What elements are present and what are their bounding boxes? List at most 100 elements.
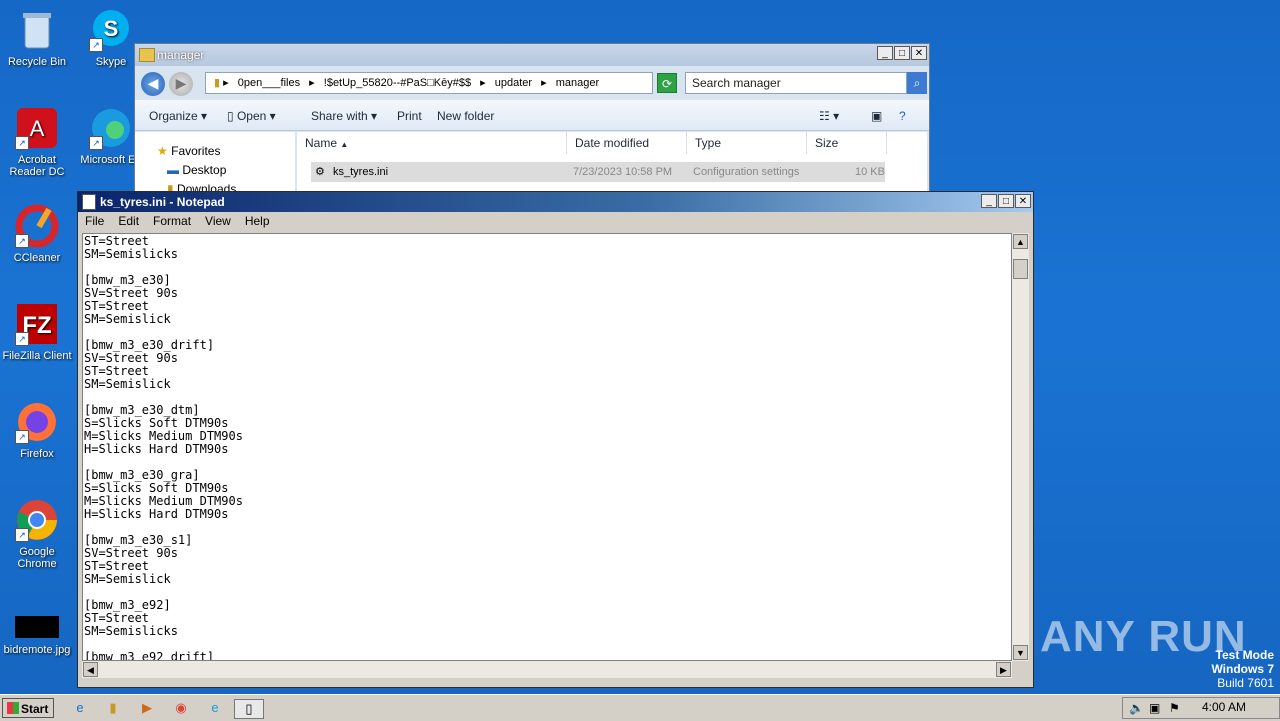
help-icon[interactable]: ? bbox=[899, 109, 906, 123]
horizontal-scrollbar[interactable]: ◀ ▶ bbox=[82, 661, 1012, 678]
desktop-icon-recycle-bin[interactable]: Recycle Bin bbox=[0, 8, 74, 68]
desktop-icon-label: Google Chrome bbox=[17, 546, 57, 570]
share-with-button[interactable]: Share with ▾ bbox=[311, 109, 377, 123]
scroll-up-icon[interactable]: ▲ bbox=[1013, 234, 1028, 249]
svg-text:S: S bbox=[104, 16, 119, 41]
menu-format[interactable]: Format bbox=[153, 212, 191, 230]
breadcrumb-item[interactable]: !$etUp_55820--#PaS□Kēy#$$ bbox=[324, 77, 471, 89]
shortcut-arrow-icon: ↗ bbox=[15, 234, 29, 248]
refresh-button[interactable]: ⟳ bbox=[657, 73, 677, 93]
forward-button[interactable]: ▶ bbox=[169, 72, 193, 96]
file-name: ks_tyres.ini bbox=[333, 166, 389, 178]
explorer-titlebar[interactable]: manager _ □ ✕ bbox=[135, 44, 929, 66]
notepad-taskbar-button[interactable]: ▯ bbox=[234, 699, 264, 719]
desktop-icon-chrome[interactable]: ↗ Google Chrome bbox=[0, 498, 74, 570]
close-button[interactable]: ✕ bbox=[911, 46, 927, 60]
start-button[interactable]: Start bbox=[2, 698, 54, 718]
ini-file-icon: ⚙ bbox=[315, 166, 325, 178]
column-header-date[interactable]: Date modified bbox=[567, 132, 687, 154]
scroll-thumb[interactable] bbox=[1013, 259, 1028, 279]
scroll-left-icon[interactable]: ◀ bbox=[83, 662, 98, 677]
star-icon: ★ bbox=[157, 144, 168, 158]
minimize-button[interactable]: _ bbox=[981, 194, 997, 208]
menu-view[interactable]: View bbox=[205, 212, 231, 230]
desktop-icon-label: CCleaner bbox=[13, 252, 61, 264]
menu-edit[interactable]: Edit bbox=[118, 212, 139, 230]
file-content: ST=Street SM=Semislicks [bmw_m3_e30] SV=… bbox=[84, 234, 243, 661]
notepad-icon bbox=[82, 194, 96, 210]
chrome-icon[interactable]: ◉ bbox=[171, 699, 191, 717]
search-icon[interactable]: ⌕ bbox=[907, 72, 927, 94]
file-date: 7/23/2023 10:58 PM bbox=[573, 166, 673, 178]
chrome-icon: ↗ bbox=[15, 498, 59, 542]
desktop-icon-label: Skype bbox=[95, 56, 127, 68]
desktop-icon-label: Recycle Bin bbox=[7, 56, 67, 68]
media-player-icon[interactable]: ▶ bbox=[137, 699, 157, 717]
svg-text:A: A bbox=[30, 116, 45, 141]
desktop-icon-label: Acrobat Reader DC bbox=[9, 154, 65, 178]
file-type: Configuration settings bbox=[693, 166, 800, 178]
desktop-icon-filezilla[interactable]: FZ ↗ FileZilla Client bbox=[0, 302, 74, 362]
flag-icon[interactable]: ⚑ bbox=[1169, 701, 1180, 715]
explorer-icon[interactable]: ▮ bbox=[103, 699, 123, 717]
firefox-icon: ↗ bbox=[15, 400, 59, 444]
text-editor[interactable]: ST=Street SM=Semislicks [bmw_m3_e30] SV=… bbox=[82, 233, 1012, 661]
view-options-icon[interactable]: ☷ ▾ bbox=[819, 109, 839, 123]
nav-item-desktop[interactable]: ▬ Desktop bbox=[167, 163, 226, 177]
menu-help[interactable]: Help bbox=[245, 212, 270, 230]
menu-file[interactable]: File bbox=[85, 212, 104, 230]
open-button[interactable]: ▯ Open ▾ bbox=[227, 109, 276, 123]
desktop-icon-label: Firefox bbox=[20, 448, 54, 460]
desktop-icon-ccleaner[interactable]: ↗ CCleaner bbox=[0, 204, 74, 264]
folder-icon: ▮ bbox=[214, 77, 221, 89]
search-input[interactable]: Search manager bbox=[685, 72, 907, 94]
explorer-window[interactable]: manager _ □ ✕ ◀ ▶ ▮ ▸ 0pen___files ▸ !$e… bbox=[134, 43, 930, 196]
close-button[interactable]: ✕ bbox=[1015, 194, 1031, 208]
acrobat-icon: A ↗ bbox=[15, 106, 59, 150]
desktop-icon: ▬ bbox=[167, 163, 179, 177]
file-row[interactable]: ⚙ ks_tyres.ini 7/23/2023 10:58 PM Config… bbox=[311, 162, 885, 182]
windows-logo-icon bbox=[7, 702, 19, 714]
desktop-icon-label: bidremote.jpg bbox=[3, 644, 71, 656]
desktop-icon-firefox[interactable]: ↗ Firefox bbox=[0, 400, 74, 460]
column-header-name[interactable]: Name ▲ bbox=[297, 132, 567, 154]
network-icon[interactable]: ▣ bbox=[1149, 701, 1160, 715]
nav-item-favorites[interactable]: ★ Favorites bbox=[157, 144, 220, 158]
volume-icon[interactable]: 🔈 bbox=[1129, 701, 1144, 715]
recycle-bin-icon bbox=[15, 8, 59, 52]
breadcrumb-item[interactable]: 0pen___files bbox=[238, 77, 300, 89]
notepad-window[interactable]: ks_tyres.ini - Notepad _ □ ✕ File Edit F… bbox=[77, 191, 1034, 688]
ie-icon[interactable]: e bbox=[70, 699, 90, 717]
explorer-title: manager bbox=[157, 48, 205, 62]
back-button[interactable]: ◀ bbox=[141, 72, 165, 96]
edge-icon[interactable]: e bbox=[205, 699, 225, 717]
shortcut-arrow-icon: ↗ bbox=[15, 136, 29, 150]
maximize-button[interactable]: □ bbox=[894, 46, 910, 60]
desktop-icon-label: Microsoft Ed bbox=[80, 154, 142, 166]
folder-icon bbox=[139, 48, 155, 62]
column-header-size[interactable]: Size bbox=[807, 132, 887, 154]
minimize-button[interactable]: _ bbox=[877, 46, 893, 60]
column-header-type[interactable]: Type bbox=[687, 132, 807, 154]
breadcrumb-item[interactable]: manager bbox=[556, 77, 599, 89]
shortcut-arrow-icon: ↗ bbox=[89, 38, 103, 52]
print-button[interactable]: Print bbox=[397, 109, 422, 123]
vertical-scrollbar[interactable]: ▲ ▼ bbox=[1012, 233, 1029, 661]
preview-pane-icon[interactable]: ▣ bbox=[871, 109, 882, 123]
scroll-right-icon[interactable]: ▶ bbox=[996, 662, 1011, 677]
address-bar[interactable]: ▮ ▸ 0pen___files ▸ !$etUp_55820--#PaS□Kē… bbox=[205, 72, 653, 94]
shortcut-arrow-icon: ↗ bbox=[15, 528, 29, 542]
breadcrumb-item[interactable]: updater bbox=[495, 77, 532, 89]
scroll-down-icon[interactable]: ▼ bbox=[1013, 645, 1028, 660]
clock[interactable]: 4:00 AM bbox=[1202, 700, 1246, 714]
taskbar: Start e ▮ ▶ ◉ e ▯ 🔈 ▣ ⚑ 4:00 AM bbox=[0, 694, 1280, 721]
organize-button[interactable]: Organize ▾ bbox=[149, 109, 207, 123]
maximize-button[interactable]: □ bbox=[998, 194, 1014, 208]
command-bar: Organize ▾ ▯ Open ▾ Share with ▾ Print N… bbox=[135, 100, 929, 131]
navigation-pane: ★ Favorites ▬ Desktop ▮ Downloads bbox=[135, 132, 295, 196]
notepad-titlebar[interactable]: ks_tyres.ini - Notepad _ □ ✕ bbox=[78, 192, 1033, 212]
new-folder-button[interactable]: New folder bbox=[437, 109, 494, 123]
desktop-icon-bidremote[interactable]: bidremote.jpg bbox=[0, 614, 74, 656]
test-mode-notice: Test Mode Windows 7 Build 7601 bbox=[1211, 648, 1274, 690]
desktop-icon-acrobat[interactable]: A ↗ Acrobat Reader DC bbox=[0, 106, 74, 178]
